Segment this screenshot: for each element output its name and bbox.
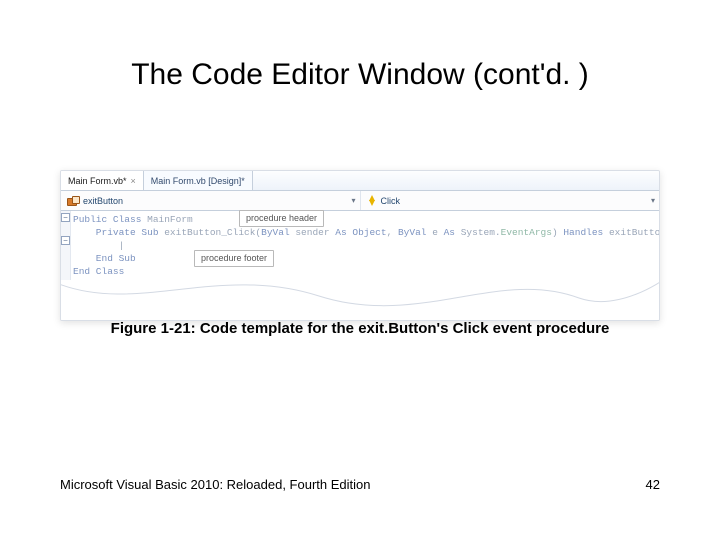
fold-toggle-icon[interactable]: − bbox=[61, 236, 70, 245]
tab-label: Main Form.vb* bbox=[68, 176, 127, 186]
callout-procedure-header: procedure header bbox=[239, 210, 324, 227]
lightning-icon bbox=[367, 195, 377, 207]
document-tab-strip: Main Form.vb* × Main Form.vb [Design]* bbox=[61, 171, 659, 191]
close-icon[interactable]: × bbox=[131, 176, 136, 186]
code-area: − − procedure header Public Class MainFo… bbox=[61, 211, 659, 280]
chevron-down-icon: ▾ bbox=[651, 196, 655, 205]
figure-container: Main Form.vb* × Main Form.vb [Design]* e… bbox=[60, 170, 660, 321]
footer-book-title: Microsoft Visual Basic 2010: Reloaded, F… bbox=[60, 477, 370, 492]
code-editor-window: Main Form.vb* × Main Form.vb [Design]* e… bbox=[60, 170, 660, 321]
tab-main-form-design[interactable]: Main Form.vb [Design]* bbox=[144, 171, 253, 190]
callout-procedure-footer: procedure footer bbox=[194, 250, 274, 267]
chevron-down-icon: ▾ bbox=[351, 196, 355, 205]
object-selector[interactable]: exitButton ▾ bbox=[61, 191, 361, 210]
code-text[interactable]: procedure header Public Class MainForm P… bbox=[71, 211, 660, 280]
event-selector-value: Click bbox=[381, 196, 401, 206]
fold-toggle-icon[interactable]: − bbox=[61, 213, 70, 222]
object-icon bbox=[67, 196, 79, 206]
page-number: 42 bbox=[646, 477, 660, 492]
outline-gutter: − − bbox=[61, 211, 71, 280]
tab-main-form-code[interactable]: Main Form.vb* × bbox=[61, 171, 144, 190]
member-selector-bar: exitButton ▾ Click ▾ bbox=[61, 191, 659, 211]
figure-caption: Figure 1-21: Code template for the exit.… bbox=[0, 320, 720, 337]
tab-label: Main Form.vb [Design]* bbox=[151, 176, 245, 186]
object-selector-value: exitButton bbox=[83, 196, 123, 206]
slide-title: The Code Editor Window (cont'd. ) bbox=[0, 58, 720, 92]
event-selector[interactable]: Click ▾ bbox=[361, 191, 660, 210]
torn-edge bbox=[61, 280, 659, 320]
